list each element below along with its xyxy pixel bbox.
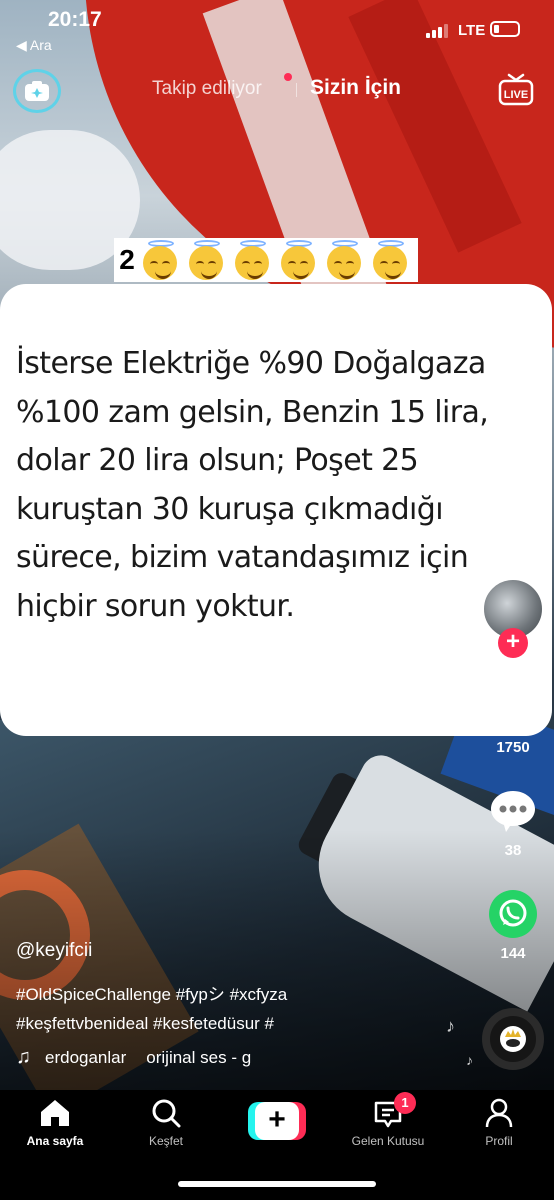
camera-icon [25,81,49,101]
music-note-icon: ♫ [16,1046,31,1068]
disc-avatar-icon [500,1026,526,1052]
post-caption[interactable]: #OldSpiceChallenge #fypシ #xcfyza #keşfet… [16,980,356,1038]
profile-icon [485,1098,513,1128]
live-icon: LIVE [498,73,534,106]
home-icon [41,1100,69,1126]
nav-profile-label: Profil [485,1134,513,1148]
status-bar: 20:17 ◀ Ara LTE [0,0,554,60]
tab-divider [296,83,297,97]
angel-emoji-icon [324,240,366,280]
emoji-prefix-number: 2 [119,244,135,275]
comment-count: 38 [504,842,522,859]
search-icon [152,1099,181,1128]
back-to-app-link[interactable]: ◀ Ara [16,37,52,54]
signal-icon [426,24,450,38]
floating-note-icon: ♪ [466,1052,473,1068]
whatsapp-share-icon[interactable] [489,890,537,938]
music-disc[interactable] [482,1008,544,1070]
caption-line: #keşfettvbenideal #kesfetedüsur # [16,1014,275,1033]
tab-for-you[interactable]: Sizin İçin [310,76,401,100]
home-indicator[interactable] [178,1181,376,1187]
angel-emoji-icon [278,240,320,280]
music-info[interactable]: ♫ erdoganlar orijinal ses - g [16,1046,251,1069]
camera-button[interactable] [13,69,61,113]
nav-discover[interactable]: Keşfet [111,1090,221,1160]
like-count: 1750 [496,739,530,756]
quote-text: İsterse Elektriğe %90 Doğalgaza %100 zam… [16,346,489,624]
whatsapp-glyph-icon [499,899,527,927]
tab-following[interactable]: Takip ediliyor [152,78,262,100]
music-title: orijinal ses - g [146,1047,252,1067]
nav-home[interactable]: Ana sayfa [0,1090,110,1160]
plus-icon: + [255,1102,299,1140]
nav-discover-label: Keşfet [148,1134,184,1148]
follow-button[interactable]: + [498,628,528,658]
angel-emoji-icon [140,240,182,280]
nav-profile[interactable]: Profil [444,1090,554,1160]
network-type: LTE [458,22,486,39]
nav-home-label: Ana sayfa [26,1134,84,1148]
nav-inbox-label: Gelen Kutusu [351,1134,425,1148]
caption-line: #OldSpiceChallenge #fypシ #xcfyza [16,985,288,1004]
angel-emoji-icon [370,240,412,280]
battery-icon [490,21,520,37]
angel-emoji-icon [186,240,228,280]
comment-icon[interactable] [488,788,538,834]
music-user: erdoganlar [45,1047,127,1067]
inbox-badge: 1 [394,1092,416,1114]
create-button[interactable]: + [248,1102,306,1140]
status-time: 20:17 [48,8,102,31]
author-username[interactable]: @keyifcii [16,940,92,962]
emoji-strip: 2 [114,238,418,282]
heart-icon[interactable] [486,686,538,734]
live-button[interactable]: LIVE [498,72,534,106]
angel-emoji-icon [232,240,274,280]
live-label: LIVE [504,89,528,101]
share-count: 144 [500,945,526,962]
nav-inbox[interactable]: Gelen Kutusu [333,1090,443,1160]
floating-note-icon: ♪ [446,1016,455,1036]
following-notification-dot [284,73,292,81]
